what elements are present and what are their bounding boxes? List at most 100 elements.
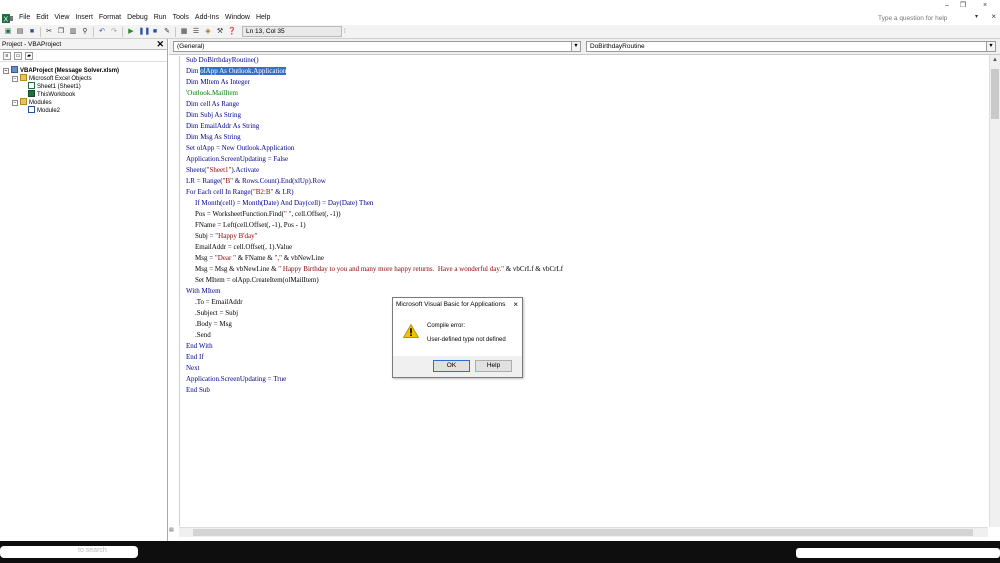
help-search-input[interactable] [878,13,970,23]
chevron-down-icon[interactable]: ▼ [986,42,995,51]
code-line: Application.ScreenUpdating = True [186,375,287,383]
restore-button[interactable]: ❐ [956,0,970,11]
menu-edit[interactable]: Edit [33,11,51,25]
horizontal-scroll-thumb[interactable] [193,529,973,536]
horizontal-scrollbar[interactable] [179,527,988,537]
ok-button[interactable]: OK [433,360,470,372]
view-code-icon[interactable]: ≡ [3,51,11,60]
code-line: Set olApp = New Outlook.Application [186,144,295,152]
code-window: (General) ▼ DoBirthdayRoutine ▼ Sub DoBi… [169,39,1000,541]
vertical-scrollbar[interactable]: ▲ [989,55,1000,527]
code-line: Dim cell As Range [186,100,240,108]
svg-text:X: X [4,16,9,23]
collapse-icon[interactable]: − [12,100,18,106]
menu-add-ins[interactable]: Add-Ins [192,11,222,25]
dialog-message-heading: Compile error: [427,323,466,329]
toolbar-separator [122,26,123,37]
code-line: End Sub [186,386,210,394]
menu-view[interactable]: View [51,11,72,25]
taskbar-search[interactable]: to search [78,547,107,554]
code-editor[interactable]: Sub DoBirthdayRoutine() Dim olApp As Out… [179,56,987,526]
scroll-up-icon[interactable]: ▲ [990,55,1000,65]
cursor-position: Ln 13, Col 35 [242,26,342,37]
code-line: Pos = WorksheetFunction.Find(" ", cell.O… [195,210,341,218]
menu-tools[interactable]: Tools [170,11,192,25]
view-toggle-icons[interactable]: ▤ [169,527,179,537]
find-icon[interactable]: ⚲ [81,27,90,36]
properties-icon[interactable]: ☰ [192,27,201,36]
code-line: .Body = Msg [195,320,232,328]
code-line: End If [186,353,204,361]
code-line: Sheets("Sheet1").Activate [186,166,260,174]
toggle-folders-icon[interactable]: ▰ [25,51,33,60]
folder-icon [20,98,27,105]
project-icon [11,66,18,73]
object-combo[interactable]: (General) ▼ [173,41,581,52]
workbook-icon [28,90,35,97]
code-line: Set MItem = olApp.CreateItem(olMailItem) [195,276,319,284]
collapse-icon[interactable]: − [12,76,18,82]
close-window-button[interactable]: × [978,0,992,11]
run-icon[interactable]: ▶ [127,27,136,36]
close-icon[interactable]: ✕ [156,39,164,50]
help-dropdown-icon[interactable]: ▾ [975,13,978,20]
menu-run[interactable]: Run [151,11,170,25]
design-mode-icon[interactable]: ✎ [163,27,172,36]
minimize-button[interactable]: – [940,0,954,11]
code-line: Sub DoBirthdayRoutine() [186,56,259,64]
menu-help[interactable]: Help [253,11,273,25]
dialog-title-bar: Microsoft Visual Basic for Applications … [393,298,522,311]
code-line: Dim olApp As Outlook.Application [186,67,287,75]
dialog-close-icon[interactable]: × [513,298,518,311]
redo-icon[interactable]: ↷ [110,27,119,36]
code-line: Dim Subj As String [186,111,242,119]
mdi-close-icon[interactable]: × [991,12,996,21]
reset-icon[interactable]: ■ [151,27,160,36]
object-browser-icon[interactable]: ◈ [204,27,213,36]
toolbar-overflow-icon[interactable]: ⁞ [344,29,346,35]
menu-debug[interactable]: Debug [124,11,151,25]
dialog-title: Microsoft Visual Basic for Applications [396,301,506,308]
menu-window[interactable]: Window [222,11,253,25]
break-icon[interactable]: ❚❚ [139,27,151,36]
code-line: Next [186,364,200,372]
view-object-icon[interactable]: ▭ [14,51,22,60]
paste-icon[interactable]: ▥ [69,27,78,36]
code-line: If Month(cell) = Month(Date) And Day(cel… [195,199,374,207]
insert-module-icon[interactable]: ▤ [16,27,25,36]
toolbox-icon[interactable]: ⚒ [216,27,225,36]
help-button[interactable]: Help [475,360,512,372]
menu-file[interactable]: File [16,11,33,25]
code-combos: (General) ▼ DoBirthdayRoutine ▼ [169,39,1000,55]
title-bar: – ❐ × [0,0,1000,11]
code-line: FName = Left(cell.Offset(, -1), Pos - 1) [195,221,306,229]
copy-icon[interactable]: ❐ [57,27,66,36]
code-line: Msg = Msg & vbNewLine & " Happy Birthday… [195,265,564,273]
code-line: 'Outlook.MailItem [186,89,239,97]
procedure-combo[interactable]: DoBirthdayRoutine ▼ [586,41,996,52]
tree-item-module2[interactable]: Module2 [28,106,60,115]
view-excel-icon[interactable]: ▣ [4,27,13,36]
project-explorer-icon[interactable]: ▦ [180,27,189,36]
dialog-body: Compile error: User-defined type not def… [393,311,522,356]
code-line: Subj = "Happy B'day" [195,232,258,240]
dialog-message: User-defined type not defined [427,337,506,343]
compile-error-dialog: Microsoft Visual Basic for Applications … [392,297,523,378]
code-line: .Subject = Subj [195,309,239,317]
code-line: LR = Range("B" & Rows.Count).End(xlUp).R… [186,177,326,185]
project-explorer-header: Project - VBAProject ✕ [0,39,167,50]
menu-format[interactable]: Format [96,11,124,25]
project-explorer-tools: ≡ ▭ ▰ [0,50,167,62]
folder-icon [20,74,27,81]
save-icon[interactable]: ■ [28,27,37,36]
excel-icon[interactable]: X [2,13,16,24]
code-line: Msg = "Dear " & FName & "," & vbNewLine [195,254,324,262]
collapse-icon[interactable]: − [3,68,9,74]
cut-icon[interactable]: ✂ [45,27,54,36]
code-line: .To = EmailAddr [195,298,243,306]
chevron-down-icon[interactable]: ▼ [571,42,580,51]
menu-insert[interactable]: Insert [72,11,96,25]
vertical-scroll-thumb[interactable] [991,69,999,119]
help-icon[interactable]: ❓ [228,27,237,36]
undo-icon[interactable]: ↶ [98,27,107,36]
